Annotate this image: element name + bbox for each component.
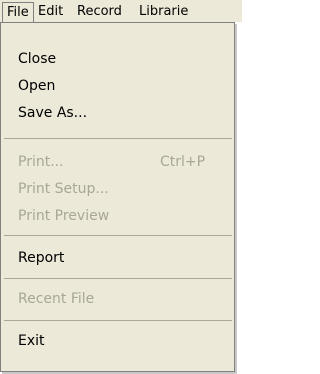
menu-item-print-setup[interactable]: Print Setup...	[18, 178, 109, 200]
menu-separator	[4, 235, 232, 236]
menu-item-report[interactable]: Report	[18, 247, 64, 269]
print-shortcut: Ctrl+P	[160, 154, 206, 170]
menu-record[interactable]: Record	[77, 3, 122, 20]
menu-bar: File Edit Record Librarie	[0, 0, 242, 22]
menu-item-exit[interactable]: Exit	[18, 330, 45, 352]
menu-item-open[interactable]: Open	[18, 75, 55, 97]
menu-separator	[4, 278, 232, 279]
menu-file[interactable]: File	[2, 2, 34, 22]
menu-edit[interactable]: Edit	[38, 3, 63, 20]
menu-separator	[4, 320, 232, 321]
file-menu-dropdown: Close Open Save As... Print... Ctrl+P Pr…	[0, 22, 235, 372]
menu-item-recent-file[interactable]: Recent File	[18, 288, 94, 310]
menu-item-print-preview[interactable]: Print Preview	[18, 205, 109, 227]
menu-item-print-label: Print...	[18, 154, 64, 170]
menu-item-save-as[interactable]: Save As...	[18, 102, 87, 124]
menu-item-print[interactable]: Print... Ctrl+P	[18, 151, 205, 173]
menu-item-close[interactable]: Close	[18, 48, 56, 70]
menu-libraries[interactable]: Librarie	[139, 3, 188, 20]
menu-separator	[4, 138, 232, 139]
